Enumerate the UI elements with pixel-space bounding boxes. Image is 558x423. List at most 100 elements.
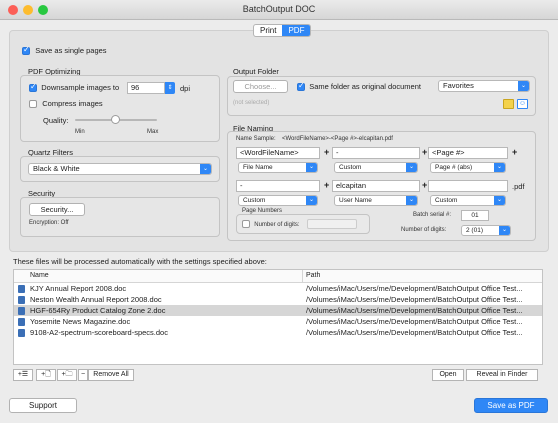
file-name: KJY Annual Report 2008.doc	[30, 284, 127, 293]
quality-slider-knob[interactable]	[111, 115, 120, 124]
tab-pdf[interactable]: PDF	[282, 25, 311, 36]
word-doc-icon	[18, 296, 25, 304]
add-part-5-button[interactable]: +	[422, 180, 427, 190]
page-digits-row[interactable]: Number of digits:	[242, 219, 300, 228]
remove-all-button[interactable]: Remove All	[88, 369, 134, 381]
column-path-header[interactable]: Path	[306, 270, 320, 282]
part-1-type-value: File Name	[243, 164, 273, 171]
word-doc-icon	[18, 285, 25, 293]
compress-label: Compress images	[42, 99, 103, 108]
part-6-type-value: Custom	[435, 197, 458, 204]
name-part-6-input[interactable]	[428, 180, 508, 192]
file-path: /Volumes/iMac/Users/me/Development/Batch…	[306, 295, 523, 304]
chevron-down-icon: ⌄	[406, 196, 417, 205]
part-1-type-popup[interactable]: File Name ⌄	[238, 162, 318, 173]
part-4-type-popup[interactable]: Custom ⌄	[238, 195, 318, 206]
page-digits-popup[interactable]	[307, 219, 357, 229]
name-sample-value: <WordFileName>-<Page #>-elcapitan.pdf	[282, 136, 393, 142]
page-digits-label: Number of digits:	[254, 222, 300, 228]
name-sample-label: Name Sample:	[236, 136, 276, 142]
file-path: /Volumes/iMac/Users/me/Development/Batch…	[306, 306, 523, 315]
chevron-down-icon: ⌄	[494, 163, 505, 172]
dpi-dropdown-arrow[interactable]: ⇕	[165, 82, 175, 94]
part-5-type-value: User Name	[339, 197, 372, 204]
dpi-input[interactable]: 96	[127, 82, 165, 94]
name-part-4-input[interactable]: -	[236, 180, 320, 192]
add-part-3-button[interactable]: +	[512, 147, 517, 157]
word-doc-icon	[18, 307, 25, 315]
table-row[interactable]: Neston Wealth Annual Report 2008.doc /Vo…	[14, 294, 542, 305]
digits-label: Number of digits:	[401, 227, 447, 233]
add-part-1-button[interactable]: +	[324, 147, 329, 157]
reveal-in-finder-button[interactable]: Reveal in Finder	[466, 369, 538, 381]
dpi-unit: dpi	[180, 84, 191, 93]
chevron-down-icon: ⌄	[306, 196, 317, 205]
folder-icon[interactable]	[503, 99, 514, 109]
tab-print[interactable]: Print	[254, 25, 282, 36]
name-part-1-input[interactable]: <WordFileName>	[236, 147, 320, 159]
file-name: Yosemite News Magazine.doc	[30, 317, 131, 326]
quartz-filter-value: Black & White	[33, 164, 80, 173]
downsample-row[interactable]: Downsample images to	[29, 82, 120, 92]
add-list-button[interactable]: +☰	[13, 369, 33, 381]
name-part-3-input[interactable]: <Page #>	[428, 147, 508, 159]
downsample-label: Downsample images to	[41, 83, 120, 92]
file-path: /Volumes/iMac/Users/me/Development/Batch…	[306, 317, 523, 326]
file-name: Neston Wealth Annual Report 2008.doc	[30, 295, 162, 304]
output-folder-title: Output Folder	[233, 67, 279, 76]
column-name-header[interactable]: Name	[30, 270, 49, 282]
save-as-pdf-button[interactable]: Save as PDF	[474, 398, 548, 413]
compress-row[interactable]: Compress images	[29, 99, 103, 108]
part-4-type-value: Custom	[243, 197, 266, 204]
part-3-type-popup[interactable]: Page # (abs) ⌄	[430, 162, 506, 173]
word-doc-icon	[18, 318, 25, 326]
add-file-button[interactable]: +🗋	[36, 369, 56, 381]
table-row[interactable]: Yosemite News Magazine.doc /Volumes/iMac…	[14, 316, 542, 327]
tab-bar: Print PDF	[253, 24, 312, 37]
table-row[interactable]: KJY Annual Report 2008.doc /Volumes/iMac…	[14, 283, 542, 294]
same-folder-checkbox[interactable]	[297, 81, 305, 91]
location-value: Favorites	[443, 81, 474, 90]
extension-label: .pdf	[512, 182, 525, 191]
finder-icon[interactable]: ☺	[517, 99, 528, 109]
folder-not-selected: (not selected)	[233, 100, 270, 106]
quartz-filter-popup[interactable]: Black & White ⌄	[28, 163, 212, 175]
open-button[interactable]: Open	[432, 369, 464, 381]
name-part-5-input[interactable]: elcapitan	[332, 180, 420, 192]
choose-folder-button[interactable]: Choose...	[233, 80, 288, 93]
location-popup[interactable]: Favorites ⌄	[438, 80, 530, 92]
compress-checkbox[interactable]	[29, 99, 37, 108]
add-part-4-button[interactable]: +	[324, 180, 329, 190]
quality-label: Quality:	[43, 116, 69, 125]
part-3-type-value: Page # (abs)	[435, 164, 473, 171]
security-button[interactable]: Security...	[29, 203, 85, 216]
table-header: Name Path	[14, 270, 542, 283]
remove-button[interactable]: −	[78, 369, 88, 381]
digits-popup[interactable]: 2 (01) ⌄	[461, 225, 511, 236]
support-button[interactable]: Support	[9, 398, 77, 413]
quality-min-label: Min	[75, 129, 85, 135]
batch-serial-input[interactable]: 01	[461, 210, 489, 221]
chevron-down-icon: ⌄	[406, 163, 417, 172]
page-digits-checkbox[interactable]	[242, 219, 250, 228]
save-single-pages-label: Save as single pages	[35, 46, 107, 55]
part-2-type-popup[interactable]: Custom ⌄	[334, 162, 418, 173]
downsample-checkbox[interactable]	[29, 82, 37, 92]
same-folder-row[interactable]: Same folder as original document	[297, 81, 421, 91]
file-path: /Volumes/iMac/Users/me/Development/Batch…	[306, 328, 523, 337]
table-row[interactable]: HGF-654Ry Product Catalog Zone 2.doc /Vo…	[14, 305, 542, 316]
table-row[interactable]: 9108-A2-spectrum-scoreboard-specs.doc /V…	[14, 327, 542, 338]
save-single-pages-checkbox[interactable]	[22, 45, 30, 55]
file-path: /Volumes/iMac/Users/me/Development/Batch…	[306, 284, 523, 293]
quality-max-label: Max	[147, 129, 159, 135]
file-name: HGF-654Ry Product Catalog Zone 2.doc	[30, 306, 166, 315]
name-part-2-input[interactable]: -	[332, 147, 420, 159]
batch-serial-label: Batch serial #:	[413, 212, 452, 218]
files-caption: These files will be processed automatica…	[13, 257, 267, 266]
part-5-type-popup[interactable]: User Name ⌄	[334, 195, 418, 206]
column-divider	[302, 270, 303, 282]
add-folder-button[interactable]: +🗀	[57, 369, 77, 381]
part-6-type-popup[interactable]: Custom ⌄	[430, 195, 506, 206]
add-part-2-button[interactable]: +	[422, 147, 427, 157]
save-single-pages-row[interactable]: Save as single pages	[22, 45, 107, 55]
